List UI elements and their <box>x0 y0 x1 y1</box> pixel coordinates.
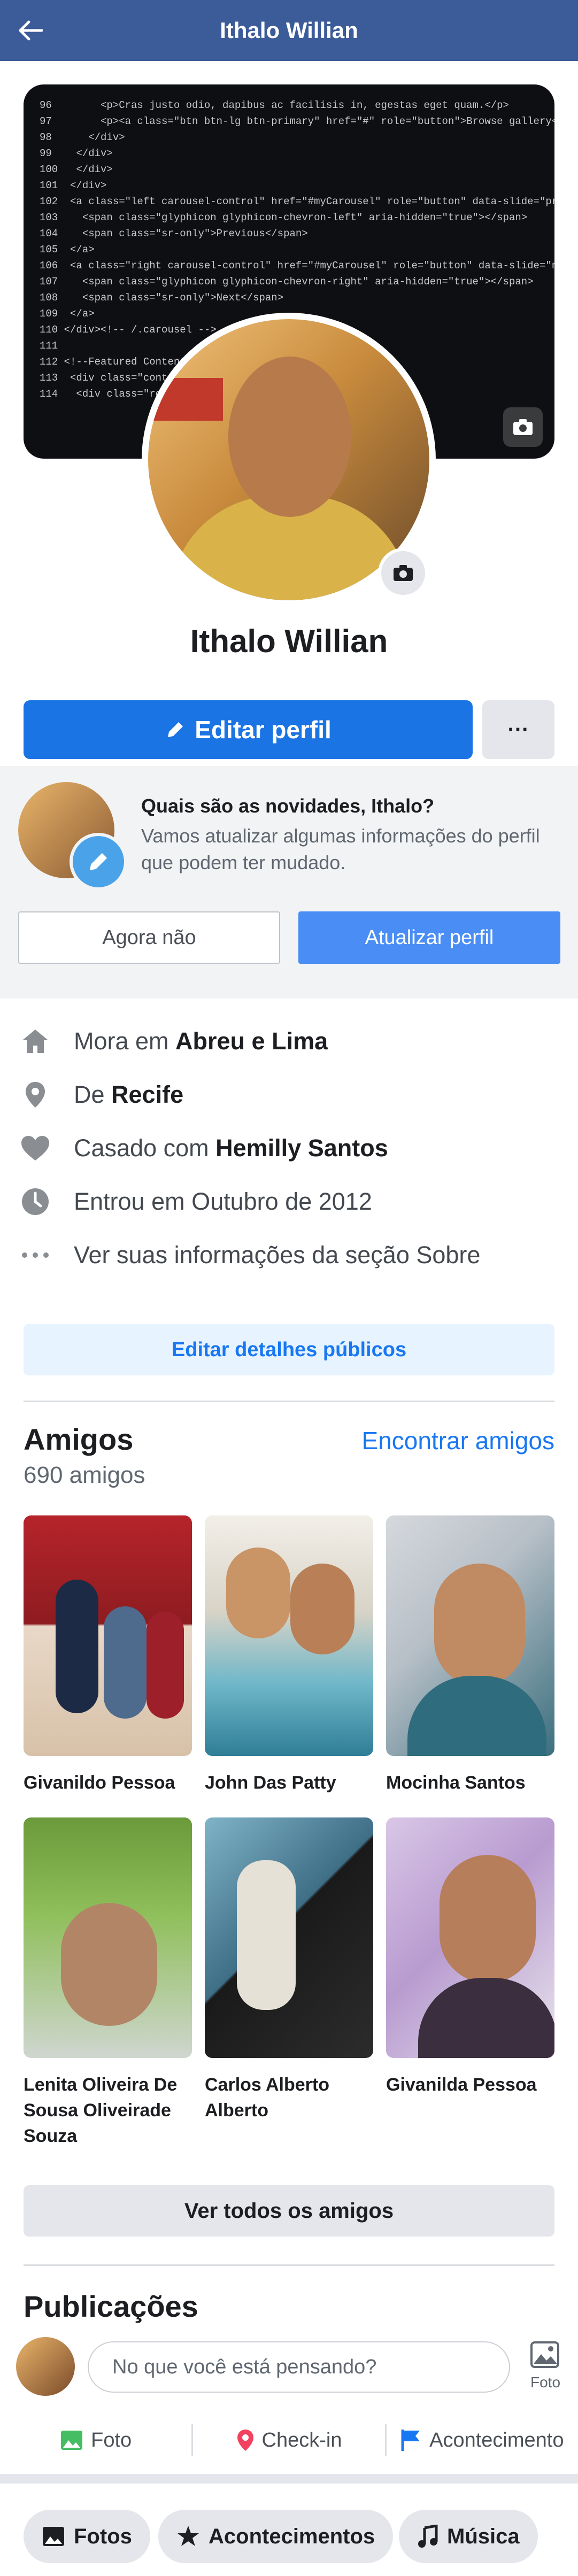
pencil-icon <box>168 722 183 737</box>
location-pin-icon <box>20 1080 56 1110</box>
friends-count: 690 amigos <box>24 1462 145 1488</box>
prompt-description: Vamos atualizar algumas informações do p… <box>141 825 540 873</box>
music-chip[interactable]: Música <box>399 2510 538 2563</box>
relationship-row: Casado com Hemilly Santos <box>20 1121 555 1175</box>
friend-photo <box>205 1817 373 2058</box>
about-link[interactable]: Ver suas informações da seção Sobre <box>74 1241 480 1269</box>
events-chip-label: Acontecimentos <box>209 2524 375 2548</box>
pencil-badge-icon <box>70 833 127 891</box>
section-separator-band <box>0 2474 578 2484</box>
find-friends-link[interactable]: Encontrar amigos <box>362 1426 555 1455</box>
friend-name[interactable]: Givanildo Pessoa <box>24 1770 192 1796</box>
edit-public-details-button[interactable]: Editar detalhes públicos <box>24 1324 554 1375</box>
music-chip-label: Música <box>447 2524 520 2548</box>
prompt-question: Quais são as novidades, Ithalo? <box>141 795 435 817</box>
friend-card[interactable]: Mocinha Santos <box>386 1515 554 1796</box>
photo-icon <box>43 2527 64 2546</box>
about-row[interactable]: Ver suas informações da seção Sobre <box>20 1228 555 1282</box>
posts-heading: Publicações <box>24 2289 198 2323</box>
more-dots-icon <box>20 1251 56 1259</box>
edit-cover-button[interactable] <box>503 407 543 447</box>
camera-icon <box>513 419 533 435</box>
profile-update-prompt: Quais são as novidades, Ithalo? Vamos at… <box>0 766 578 999</box>
from-text: De Recife <box>74 1081 184 1108</box>
relationship-text: Casado com Hemilly Santos <box>74 1134 388 1162</box>
section-divider <box>24 2264 554 2266</box>
friend-photo <box>24 1515 192 1756</box>
friend-card[interactable]: Lenita Oliveira De Sousa Oliveirade Souz… <box>24 1817 192 2149</box>
not-now-button[interactable]: Agora não <box>18 911 280 964</box>
music-note-icon <box>418 2525 438 2548</box>
home-icon <box>20 1027 56 1055</box>
star-icon <box>178 2526 199 2546</box>
photos-chip-label: Fotos <box>74 2524 132 2548</box>
top-bar: Ithalo Willian <box>0 0 578 61</box>
add-photo-button[interactable]: Foto <box>0 2416 191 2464</box>
check-in-button[interactable]: Check-in <box>193 2416 384 2464</box>
friend-photo <box>386 1515 554 1756</box>
edit-profile-label: Editar perfil <box>195 716 332 744</box>
see-all-friends-button[interactable]: Ver todos os amigos <box>24 2185 554 2237</box>
events-chip[interactable]: Acontecimentos <box>158 2510 394 2563</box>
back-button[interactable] <box>16 16 45 45</box>
friend-photo <box>205 1515 373 1756</box>
lives-in-row: Mora em Abreu e Lima <box>20 1015 555 1068</box>
composer-photo-label: Foto <box>530 2374 561 2391</box>
life-event-label: Acontecimento <box>429 2428 564 2451</box>
friend-name[interactable]: John Das Patty <box>205 1770 373 1796</box>
camera-icon <box>394 565 413 581</box>
composer-avatar <box>16 2337 75 2396</box>
friend-name[interactable]: Givanilda Pessoa <box>386 2072 554 2098</box>
photo-icon <box>61 2431 83 2450</box>
friend-name[interactable]: Carlos Alberto Alberto <box>205 2072 373 2123</box>
friend-name[interactable]: Lenita Oliveira De Sousa Oliveirade Souz… <box>24 2072 192 2149</box>
friend-photo <box>386 1817 554 2058</box>
arrow-left-icon <box>19 20 43 41</box>
update-profile-button[interactable]: Atualizar perfil <box>298 911 560 964</box>
flag-icon <box>401 2430 420 2451</box>
page-title: Ithalo Willian <box>220 18 358 43</box>
from-row: De Recife <box>20 1068 555 1121</box>
friend-name[interactable]: Mocinha Santos <box>386 1770 554 1796</box>
avatar-background-sign <box>148 378 223 421</box>
heart-icon <box>20 1135 56 1162</box>
photo-icon <box>530 2341 559 2368</box>
friend-card[interactable]: Carlos Alberto Alberto <box>205 1817 373 2123</box>
location-pin-icon <box>237 2430 253 2451</box>
friend-card[interactable]: Givanildo Pessoa <box>24 1515 192 1796</box>
composer-actions: Foto Check-in Acontecimento <box>0 2416 578 2464</box>
section-divider <box>24 1401 554 1402</box>
joined-row: Entrou em Outubro de 2012 <box>20 1175 555 1228</box>
friends-heading: Amigos <box>24 1422 134 1456</box>
friend-photo <box>24 1817 192 2058</box>
edit-profile-picture-button[interactable] <box>378 548 428 598</box>
edit-profile-button[interactable]: Editar perfil <box>24 700 473 759</box>
check-in-label: Check-in <box>261 2428 342 2451</box>
lives-in-text: Mora em Abreu e Lima <box>74 1027 328 1055</box>
more-options-button[interactable]: ··· <box>482 700 554 759</box>
add-photo-label: Foto <box>91 2428 132 2451</box>
photos-chip[interactable]: Fotos <box>24 2510 150 2563</box>
clock-icon <box>20 1187 56 1217</box>
whats-on-your-mind-input[interactable]: No que você está pensando? <box>88 2341 510 2393</box>
friend-card[interactable]: John Das Patty <box>205 1515 373 1796</box>
avatar-face <box>228 357 351 517</box>
joined-text: Entrou em Outubro de 2012 <box>74 1188 372 1215</box>
profile-name: Ithalo Willian <box>190 623 388 659</box>
composer-photo-button[interactable]: Foto <box>524 2340 567 2391</box>
life-event-button[interactable]: Acontecimento <box>387 2416 578 2464</box>
friend-card[interactable]: Givanilda Pessoa <box>386 1817 554 2098</box>
